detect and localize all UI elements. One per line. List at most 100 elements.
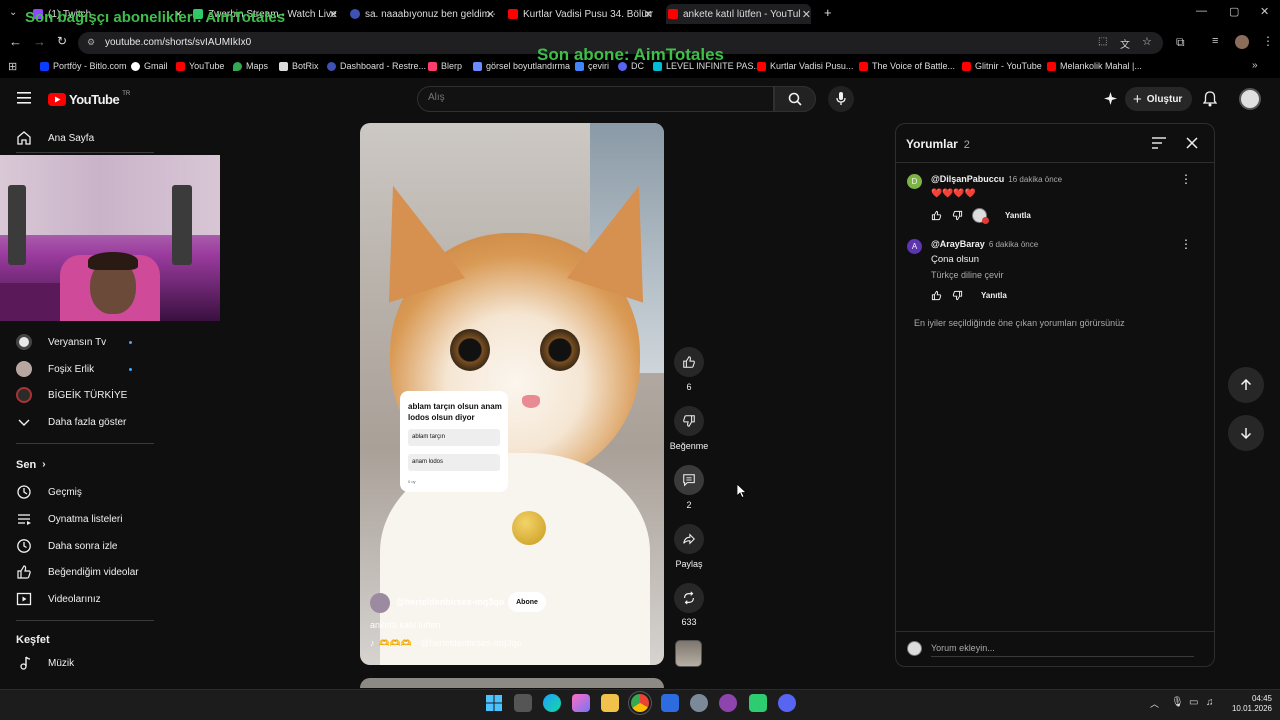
reply-button[interactable]: Yanıtla <box>981 291 1007 300</box>
account-avatar[interactable] <box>1239 88 1261 110</box>
sidebar-sub-bigeik[interactable]: BİGEİK TÜRKİYE <box>16 387 127 403</box>
bookmark-item[interactable]: Blerp <box>428 61 462 71</box>
microphone-tray-icon[interactable]: 🎙 <box>1171 697 1184 708</box>
poll-option-1[interactable]: ablam tarçın <box>408 429 500 446</box>
comment-menu-icon[interactable]: ⋮ <box>1180 172 1192 186</box>
sidebar-item-watch-later[interactable]: Daha sonra izle <box>16 538 117 554</box>
comment-dislike-icon[interactable] <box>952 210 963 221</box>
bookmark-item[interactable]: YouTube <box>176 61 224 71</box>
tab-list-icon[interactable]: ⌄ <box>9 7 17 18</box>
task-view-icon[interactable] <box>514 694 532 712</box>
sort-icon[interactable] <box>1152 137 1166 149</box>
menu-icon[interactable] <box>17 92 31 104</box>
sidebar-sub-fosix[interactable]: Foşix Erlik <box>16 361 94 377</box>
sidebar-item-home[interactable]: Ana Sayfa <box>16 130 94 146</box>
sidebar-sub-veryansin[interactable]: Veryansın Tv <box>16 334 106 350</box>
poll-option-2[interactable]: anam lodos <box>408 454 500 471</box>
tab-active-youtube[interactable]: ankete katıl lütfen - YouTul ✕ <box>666 4 811 24</box>
tab-restream[interactable]: sa. naaabıyonuz ben geldim - R ✕ <box>350 4 495 24</box>
channel-avatar[interactable] <box>370 593 390 613</box>
share-button[interactable] <box>674 524 704 554</box>
comment-avatar[interactable]: A <box>907 239 922 254</box>
tab-kurtlar-vadisi[interactable]: Kurtlar Vadisi Pusu 34. Bölüm F ✕ <box>508 4 653 24</box>
translate-link[interactable]: Türkçe diline çevir <box>931 270 1004 280</box>
bookmark-item[interactable]: Kurtlar Vadisi Pusu... <box>757 61 853 71</box>
edge-browser-icon[interactable] <box>543 694 561 712</box>
sidebar-item-liked-videos[interactable]: Beğendiğim videolar <box>16 564 139 580</box>
comment-like-icon[interactable] <box>931 210 942 221</box>
search-input[interactable] <box>428 92 748 103</box>
sidebar-item-playlists[interactable]: Oynatma listeleri <box>16 511 122 527</box>
short-music-line[interactable]: ♪ 🫶🫶🫶 · @herteldenbirses-mq3qo <box>370 638 521 649</box>
close-window-icon[interactable]: ✕ <box>1260 5 1269 18</box>
twitch-app-icon[interactable] <box>719 694 737 712</box>
app-icon[interactable] <box>661 694 679 712</box>
file-explorer-icon[interactable] <box>601 694 619 712</box>
site-info-icon[interactable]: ⚙ <box>87 37 95 48</box>
reload-icon[interactable]: ↻ <box>57 34 67 48</box>
url-text[interactable]: youtube.com/shorts/svIAUMIkIx0 <box>105 37 251 48</box>
clock[interactable]: 04:45 10.01.2026 <box>1224 694 1272 714</box>
close-tab-icon[interactable]: ✕ <box>486 8 495 21</box>
comment-author[interactable]: @ArayBaray <box>931 239 985 249</box>
bookmark-star-icon[interactable]: ☆ <box>1142 35 1152 48</box>
maximize-icon[interactable]: ▢ <box>1229 5 1239 18</box>
comment-like-icon[interactable] <box>931 290 942 301</box>
comment-menu-icon[interactable]: ⋮ <box>1180 237 1192 251</box>
channel-name[interactable]: @herteldenbirses-mq3qo <box>396 597 504 607</box>
windows-start-icon[interactable] <box>485 694 503 712</box>
sound-thumbnail[interactable] <box>675 640 702 667</box>
profile-avatar[interactable] <box>1235 35 1249 49</box>
comment-avatar[interactable]: D <box>907 174 922 189</box>
comment-time[interactable]: 6 dakika önce <box>989 240 1038 249</box>
close-icon[interactable] <box>1186 137 1198 149</box>
short-video-player[interactable]: ablam tarçın olsun anam lodos olsun diyo… <box>360 123 664 665</box>
streaming-app-icon[interactable] <box>749 694 767 712</box>
reply-button[interactable]: Yanıtla <box>1005 211 1031 220</box>
search-button[interactable] <box>774 86 816 112</box>
comment-time[interactable]: 16 dakika önce <box>1008 175 1062 184</box>
close-tab-icon[interactable]: ✕ <box>329 8 338 21</box>
previous-short-button[interactable] <box>1228 367 1264 403</box>
bookmark-item[interactable]: Portföy - Bitlo.com <box>40 61 127 71</box>
reading-list-icon[interactable]: ≡ <box>1212 35 1218 47</box>
next-short-button[interactable] <box>1228 415 1264 451</box>
copilot-icon[interactable] <box>572 694 590 712</box>
minimize-icon[interactable]: — <box>1196 5 1207 17</box>
browser-menu-icon[interactable]: ⋮ <box>1262 34 1274 48</box>
bookmark-item[interactable]: The Voice of Battle... <box>859 61 955 71</box>
comments-button[interactable] <box>674 465 704 495</box>
volume-icon[interactable]: ♫ <box>1206 697 1214 708</box>
comment-author[interactable]: @DilşanPabuccu <box>931 174 1004 184</box>
discord-icon[interactable] <box>778 694 796 712</box>
network-icon[interactable]: ▭ <box>1189 697 1198 708</box>
extensions-icon[interactable]: ⧉ <box>1176 35 1185 50</box>
dislike-button[interactable] <box>674 406 704 436</box>
back-icon[interactable]: ← <box>9 34 22 49</box>
tray-overflow-icon[interactable]: ︿ <box>1150 697 1159 710</box>
close-tab-icon[interactable]: ✕ <box>644 8 653 21</box>
chrome-icon[interactable] <box>631 694 649 712</box>
bookmark-item[interactable]: Glitnir - YouTube <box>962 61 1042 71</box>
remix-button[interactable] <box>674 583 704 613</box>
like-button[interactable] <box>674 347 704 377</box>
translate-icon[interactable]: 文 <box>1120 36 1130 51</box>
ai-sparkle-icon[interactable] <box>1103 91 1118 106</box>
sidebar-item-music[interactable]: Müzik <box>16 655 74 671</box>
bookmark-item[interactable]: BotRix <box>279 61 319 71</box>
more-bookmarks-icon[interactable]: » <box>1252 60 1258 71</box>
subscribe-button[interactable]: Abone <box>508 592 546 612</box>
comment-dislike-icon[interactable] <box>952 290 963 301</box>
create-button[interactable]: + Oluştur <box>1125 87 1192 111</box>
bookmark-item[interactable]: Gmail <box>131 61 168 71</box>
install-icon[interactable]: ⬚ <box>1098 36 1107 47</box>
sidebar-item-history[interactable]: Geçmiş <box>16 484 82 500</box>
forward-icon[interactable]: → <box>33 34 46 49</box>
you-section-heading[interactable]: Sen › <box>16 459 46 471</box>
bookmark-item[interactable]: Dashboard - Restre... <box>327 61 426 71</box>
search-box[interactable] <box>417 86 774 112</box>
settings-gear-icon[interactable] <box>690 694 708 712</box>
bookmark-item[interactable]: Maps <box>233 61 268 71</box>
notifications-bell-icon[interactable] <box>1203 91 1217 107</box>
youtube-logo[interactable]: YouTube TR <box>48 91 130 107</box>
